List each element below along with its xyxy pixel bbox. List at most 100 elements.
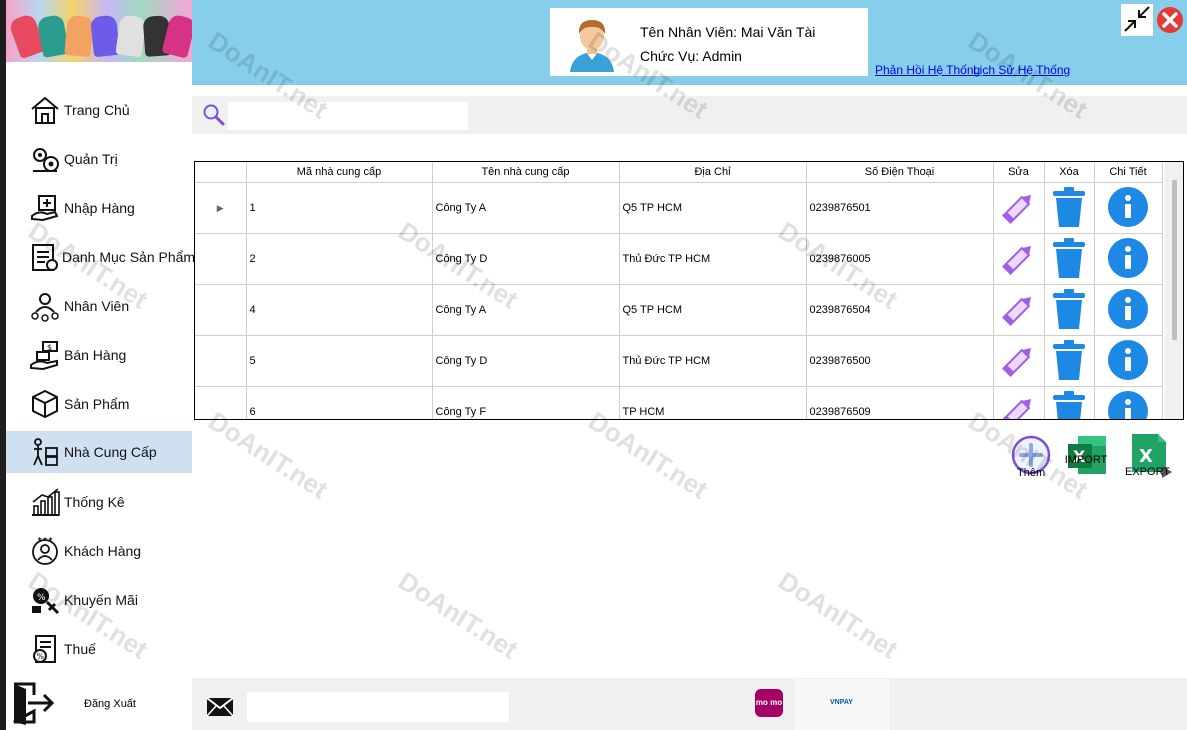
- sidebar-item-san-pham[interactable]: Sản Phẩm: [6, 383, 192, 425]
- column-header[interactable]: Xóa: [1044, 162, 1095, 183]
- sidebar-item-khach-hang[interactable]: ★★★ Khách Hàng: [6, 530, 192, 572]
- logout-button[interactable]: Đăng Xuất: [6, 678, 192, 730]
- row-selector[interactable]: [195, 233, 247, 285]
- sidebar-item-ban-hang[interactable]: $ Bán Hàng: [6, 334, 192, 376]
- supplier-name-cell[interactable]: Công Ty A: [432, 284, 620, 336]
- supplier-name-cell[interactable]: Công Ty F: [432, 386, 620, 419]
- supplier-phone-cell[interactable]: 0239876504: [806, 284, 994, 336]
- supplier-address-cell[interactable]: Thủ Đức TP HCM: [619, 335, 807, 387]
- supplier-address-cell[interactable]: Q5 TP HCM: [619, 284, 807, 336]
- row-selector[interactable]: [195, 284, 247, 336]
- row-selector[interactable]: [195, 386, 247, 419]
- supplier-id-cell[interactable]: 1: [246, 182, 433, 234]
- trash-icon: [1050, 339, 1088, 384]
- supplier-address-cell[interactable]: Q5 TP HCM: [619, 182, 807, 234]
- details-button[interactable]: [1094, 284, 1163, 336]
- sidebar-item-label: Khuyến Mãi: [64, 592, 138, 608]
- sidebar-item-label: Sản Phẩm: [64, 396, 130, 412]
- sidebar-item-nhap-hang[interactable]: Nhập Hàng: [6, 187, 192, 229]
- sidebar-item-khuyen-mai[interactable]: % Khuyến Mãi: [6, 579, 192, 621]
- momo-payment-button[interactable]: mo mo: [755, 689, 783, 717]
- search-input[interactable]: [228, 102, 468, 130]
- delete-button[interactable]: [1044, 335, 1095, 387]
- sidebar-item-nhan-vien[interactable]: Nhân Viên: [6, 285, 192, 327]
- home-icon: [28, 93, 62, 127]
- column-header[interactable]: Tên nhà cung cấp: [432, 162, 620, 183]
- sidebar-item-label: Danh Mục Sản Phẩm: [62, 249, 196, 265]
- table-header-row: Mã nhà cung cấp Tên nhà cung cấp Địa Chỉ…: [195, 162, 1163, 183]
- table-row[interactable]: 4 Công Ty A Q5 TP HCM 0239876504: [195, 284, 1163, 336]
- details-button[interactable]: [1094, 182, 1163, 234]
- import-label: IMPORT: [1064, 454, 1108, 466]
- sidebar-item-label: Bán Hàng: [64, 347, 127, 363]
- table-row[interactable]: 6 Công Ty F TP HCM 0239876509: [195, 386, 1163, 419]
- supplier-address-cell[interactable]: TP HCM: [619, 386, 807, 419]
- supplier-id-cell[interactable]: 4: [246, 284, 433, 336]
- supplier-id-cell[interactable]: 6: [246, 386, 433, 419]
- svg-text:X: X: [1139, 446, 1153, 467]
- details-button[interactable]: [1094, 335, 1163, 387]
- promotion-icon: %: [28, 583, 62, 617]
- sidebar-item-label: Thống Kê: [64, 494, 125, 510]
- sidebar-item-nha-cung-cap[interactable]: Nhà Cung Cấp: [6, 431, 192, 473]
- sidebar-item-label: Nhập Hàng: [64, 200, 135, 216]
- close-button[interactable]: [1156, 6, 1184, 34]
- edit-button[interactable]: [993, 284, 1045, 336]
- table-row[interactable]: 5 Công Ty D Thủ Đức TP HCM 0239876500: [195, 335, 1163, 387]
- vnpay-label: VNPAY: [830, 699, 853, 706]
- column-header[interactable]: Địa Chỉ: [619, 162, 807, 183]
- supplier-id-cell[interactable]: 5: [246, 335, 433, 387]
- delete-button[interactable]: [1044, 386, 1095, 419]
- sidebar-item-label: Nhân Viên: [64, 298, 130, 314]
- details-button[interactable]: [1094, 233, 1163, 285]
- sidebar-item-thong-ke[interactable]: Thống Kê: [6, 481, 192, 523]
- row-selector[interactable]: [195, 335, 247, 387]
- edit-button[interactable]: [993, 233, 1045, 285]
- tax-icon: %: [28, 632, 62, 666]
- supplier-phone-cell[interactable]: 0239876500: [806, 335, 994, 387]
- delete-button[interactable]: [1044, 233, 1095, 285]
- column-header[interactable]: Số Điện Thoại: [806, 162, 994, 183]
- delete-button[interactable]: [1044, 284, 1095, 336]
- supplier-name-cell[interactable]: Công Ty A: [432, 182, 620, 234]
- column-header[interactable]: Mã nhà cung cấp: [246, 162, 433, 183]
- supplier-phone-cell[interactable]: 0239876501: [806, 182, 994, 234]
- edit-button[interactable]: [993, 386, 1045, 419]
- trash-icon: [1050, 186, 1088, 231]
- scrollbar-thumb[interactable]: [1172, 180, 1177, 340]
- sneaker-logo: [6, 0, 192, 62]
- sidebar-item-label: Quản Trị: [64, 151, 118, 167]
- supplier-address-cell[interactable]: Thủ Đức TP HCM: [619, 233, 807, 285]
- supplier-name-cell[interactable]: Công Ty D: [432, 335, 620, 387]
- supplier-phone-cell[interactable]: 0239876005: [806, 233, 994, 285]
- supplier-name-cell[interactable]: Công Ty D: [432, 233, 620, 285]
- vertical-scrollbar[interactable]: [1165, 162, 1183, 419]
- vnpay-payment-button[interactable]: VNPAY: [830, 699, 853, 706]
- column-header[interactable]: Chi Tiết: [1094, 162, 1163, 183]
- logout-label: Đăng Xuất: [84, 698, 136, 710]
- edit-button[interactable]: [993, 182, 1045, 234]
- table-row[interactable]: 2 Công Ty D Thủ Đức TP HCM 0239876005: [195, 233, 1163, 285]
- watermark: DoAnIT.net: [583, 405, 714, 505]
- sidebar-item-trang-chu[interactable]: Trang Chủ: [6, 89, 192, 131]
- svg-text:$: $: [47, 343, 52, 352]
- column-header[interactable]: Sửa: [993, 162, 1045, 183]
- minimize-button[interactable]: [1121, 4, 1153, 36]
- delete-button[interactable]: [1044, 182, 1095, 234]
- row-selector[interactable]: ▶: [195, 182, 247, 234]
- sidebar-item-label: Nhà Cung Cấp: [64, 444, 157, 460]
- sidebar-item-quan-tri[interactable]: Quản Trị: [6, 138, 192, 180]
- supplier-phone-cell[interactable]: 0239876509: [806, 386, 994, 419]
- svg-text:%: %: [37, 652, 45, 661]
- row-header-corner: [195, 162, 247, 183]
- supplier-id-cell[interactable]: 2: [246, 233, 433, 285]
- sidebar-item-danh-muc-san-pham[interactable]: Danh Mục Sản Phẩm: [6, 236, 196, 278]
- system-history-link[interactable]: Lịch Sử Hệ Thống: [973, 63, 1070, 77]
- message-input[interactable]: [247, 692, 509, 722]
- details-button[interactable]: [1094, 386, 1163, 419]
- mail-icon[interactable]: [206, 697, 234, 717]
- table-row[interactable]: ▶ 1 Công Ty A Q5 TP HCM 0239876501: [195, 182, 1163, 234]
- system-feedback-link[interactable]: Phản Hồi Hệ Thống: [875, 63, 980, 77]
- edit-button[interactable]: [993, 335, 1045, 387]
- sidebar-item-thue[interactable]: % Thuế: [6, 628, 192, 670]
